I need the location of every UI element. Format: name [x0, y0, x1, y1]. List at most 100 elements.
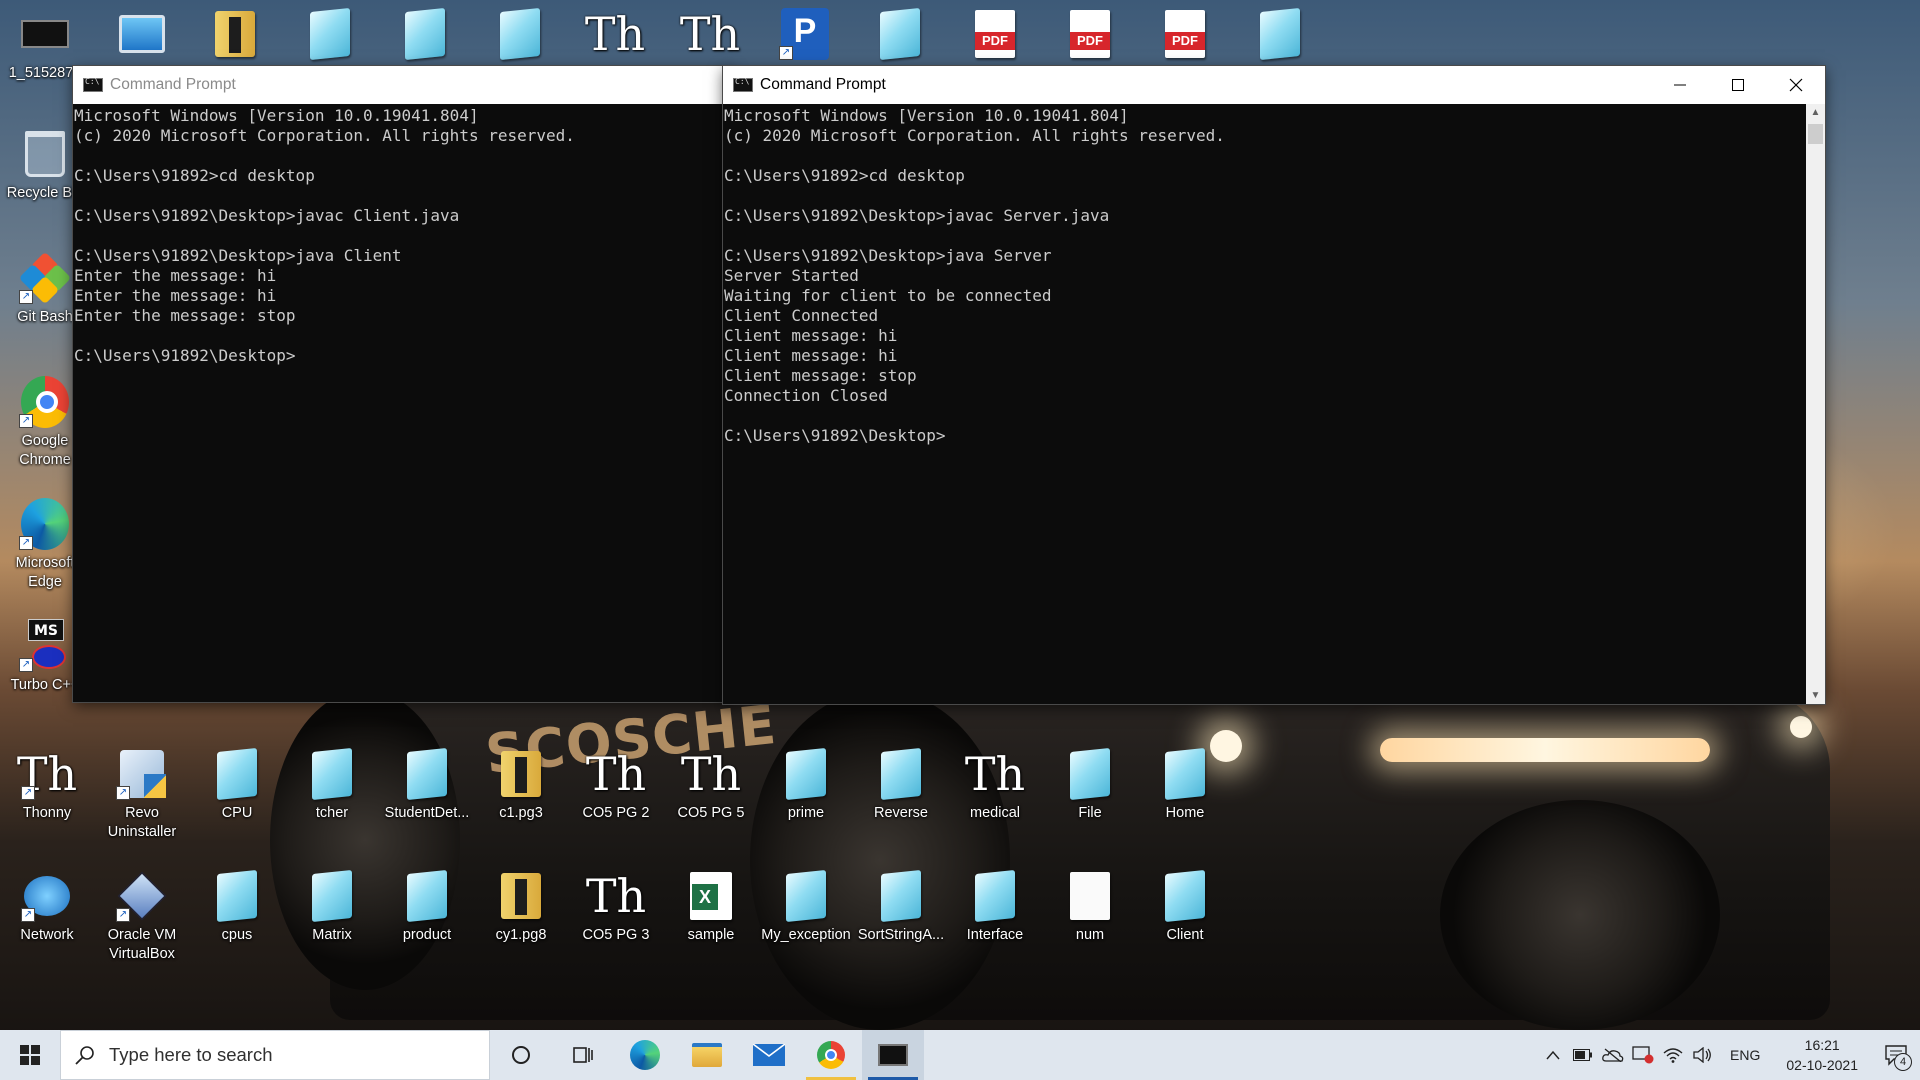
wallpaper-lightbar — [1380, 738, 1710, 762]
volume-icon[interactable] — [1688, 1030, 1718, 1080]
desktop-icon-label: CO5 PG 3 — [582, 927, 650, 943]
search-icon — [75, 1046, 94, 1065]
action-center-button[interactable]: 4 — [1872, 1030, 1920, 1080]
desktop-icon[interactable] — [380, 7, 470, 64]
vertical-scrollbar[interactable]: ▲ ▼ — [1806, 104, 1825, 704]
desktop-icon[interactable]: Th CO5 PG 3 — [571, 872, 661, 945]
command-prompt-icon — [733, 77, 753, 92]
network-icon: ↗ — [21, 872, 71, 922]
scroll-up-arrow-icon[interactable]: ▲ — [1806, 104, 1825, 121]
client-console-output[interactable]: Microsoft Windows [Version 10.0.19041.80… — [73, 104, 733, 702]
thonny-icon: Th ↗ — [16, 747, 78, 801]
desktop-icon[interactable]: tcher — [287, 747, 377, 823]
client-window-titlebar[interactable]: Command Prompt — [73, 66, 733, 104]
desktop-icon[interactable]: My_exception — [761, 869, 851, 945]
desktop-icon[interactable]: Xsample — [666, 872, 756, 945]
desktop-icon[interactable]: Interface — [950, 869, 1040, 945]
taskbar-search-box[interactable]: Type here to search — [60, 1030, 490, 1080]
command-prompt-icon — [878, 1044, 908, 1066]
wallpaper-tire — [1440, 800, 1720, 1030]
shortcut-arrow-icon: ↗ — [21, 908, 35, 922]
maximize-button[interactable] — [1709, 66, 1767, 104]
cortana-icon — [512, 1046, 530, 1064]
server-console-output[interactable]: Microsoft Windows [Version 10.0.19041.80… — [723, 104, 1806, 704]
desktop-icon[interactable] — [285, 7, 375, 64]
shortcut-arrow-icon: ↗ — [19, 290, 33, 304]
desktop-icon[interactable]: P ↗ — [760, 8, 850, 64]
desktop-icon-label: File — [1078, 805, 1102, 821]
desktop-icon[interactable]: SortStringA... — [856, 869, 946, 945]
server-command-prompt-window[interactable]: Command Prompt Microsoft Windows [Versio… — [723, 66, 1825, 704]
desktop-icon[interactable]: Th — [570, 10, 660, 64]
security-alert-icon[interactable] — [1628, 1030, 1658, 1080]
desktop-icon[interactable]: Th ↗ Thonny — [2, 750, 92, 823]
scroll-down-arrow-icon[interactable]: ▼ — [1806, 687, 1825, 704]
scrollbar-thumb[interactable] — [1808, 124, 1823, 144]
desktop-icon[interactable]: c1.pg3 — [476, 750, 566, 823]
wifi-icon[interactable] — [1658, 1030, 1688, 1080]
desktop-icon[interactable]: ↗ Oracle VM VirtualBox — [97, 871, 187, 964]
desktop-icon[interactable] — [855, 7, 945, 64]
console-line: Client Connected — [724, 306, 879, 325]
client-window-title: Command Prompt — [110, 76, 236, 93]
taskbar-mail-button[interactable] — [738, 1030, 800, 1080]
taskbar-edge-button[interactable] — [614, 1030, 676, 1080]
minimize-icon — [1674, 84, 1686, 86]
desktop-icon[interactable]: PDF — [1045, 10, 1135, 64]
taskbar-command-prompt-button[interactable] — [862, 1030, 924, 1080]
desktop-icon[interactable]: PDF — [950, 10, 1040, 64]
desktop-icon[interactable]: cy1.pg8 — [476, 872, 566, 945]
minimize-button[interactable] — [1651, 66, 1709, 104]
system-clock[interactable]: 16:21 02-10-2021 — [1772, 1035, 1872, 1075]
desktop-icon-label: Reverse — [874, 805, 928, 821]
file-explorer-icon — [692, 1043, 722, 1067]
desktop-icon-label: medical — [970, 805, 1020, 821]
desktop-icon-label: c1.pg3 — [499, 805, 543, 821]
desktop-icon[interactable] — [97, 10, 187, 64]
desktop-icon[interactable] — [475, 7, 565, 64]
console-line: Enter the message: hi — [74, 286, 277, 305]
desktop-icon[interactable]: Th medical — [950, 750, 1040, 823]
desktop-icon[interactable]: product — [382, 869, 472, 945]
taskbar-file-explorer-button[interactable] — [676, 1030, 738, 1080]
desktop-icon[interactable] — [1235, 7, 1325, 64]
client-command-prompt-window[interactable]: Command Prompt Microsoft Windows [Versio… — [73, 66, 733, 702]
desktop-icon[interactable]: ↗ Network — [2, 872, 92, 945]
close-button[interactable] — [1767, 66, 1825, 104]
desktop-icon[interactable]: ↗ Revo Uninstaller — [97, 750, 187, 842]
cortana-button[interactable] — [490, 1030, 552, 1080]
battery-icon[interactable] — [1568, 1030, 1598, 1080]
desktop-icon[interactable]: Th — [665, 10, 755, 64]
onedrive-icon[interactable] — [1598, 1030, 1628, 1080]
language-indicator[interactable]: ENG — [1718, 1047, 1772, 1063]
desktop-icon[interactable]: Matrix — [287, 869, 377, 945]
desktop-icon[interactable] — [190, 10, 280, 64]
desktop-icon[interactable]: Th CO5 PG 2 — [571, 750, 661, 823]
notepad-file-icon — [877, 869, 925, 923]
start-button[interactable] — [0, 1030, 60, 1080]
thonny-file-icon: Th — [964, 747, 1026, 801]
folder-icon — [211, 10, 259, 58]
desktop-icon[interactable]: PDF — [1140, 10, 1230, 64]
desktop-icon[interactable]: cpus — [192, 869, 282, 945]
show-hidden-icons-button[interactable] — [1538, 1030, 1568, 1080]
task-view-button[interactable] — [552, 1030, 614, 1080]
desktop-icon[interactable]: Client — [1140, 869, 1230, 945]
desktop-icon[interactable]: Home — [1140, 747, 1230, 823]
desktop-icon[interactable]: CPU — [192, 747, 282, 823]
shortcut-arrow-icon: ↗ — [116, 908, 130, 922]
server-window-titlebar[interactable]: Command Prompt — [723, 66, 1825, 104]
desktop-icon[interactable]: num — [1045, 872, 1135, 945]
desktop-icon[interactable]: prime — [761, 747, 851, 823]
desktop-icon[interactable]: Th CO5 PG 5 — [666, 750, 756, 823]
desktop-icon-label: Matrix — [312, 927, 352, 943]
desktop-icon[interactable]: Reverse — [856, 747, 946, 823]
console-line: Microsoft Windows [Version 10.0.19041.80… — [74, 106, 479, 125]
notepad-file-icon — [308, 869, 356, 923]
desktop-icon[interactable]: StudentDet... — [382, 747, 472, 823]
taskbar-chrome-button[interactable] — [800, 1030, 862, 1080]
desktop-icon[interactable]: File — [1045, 747, 1135, 823]
